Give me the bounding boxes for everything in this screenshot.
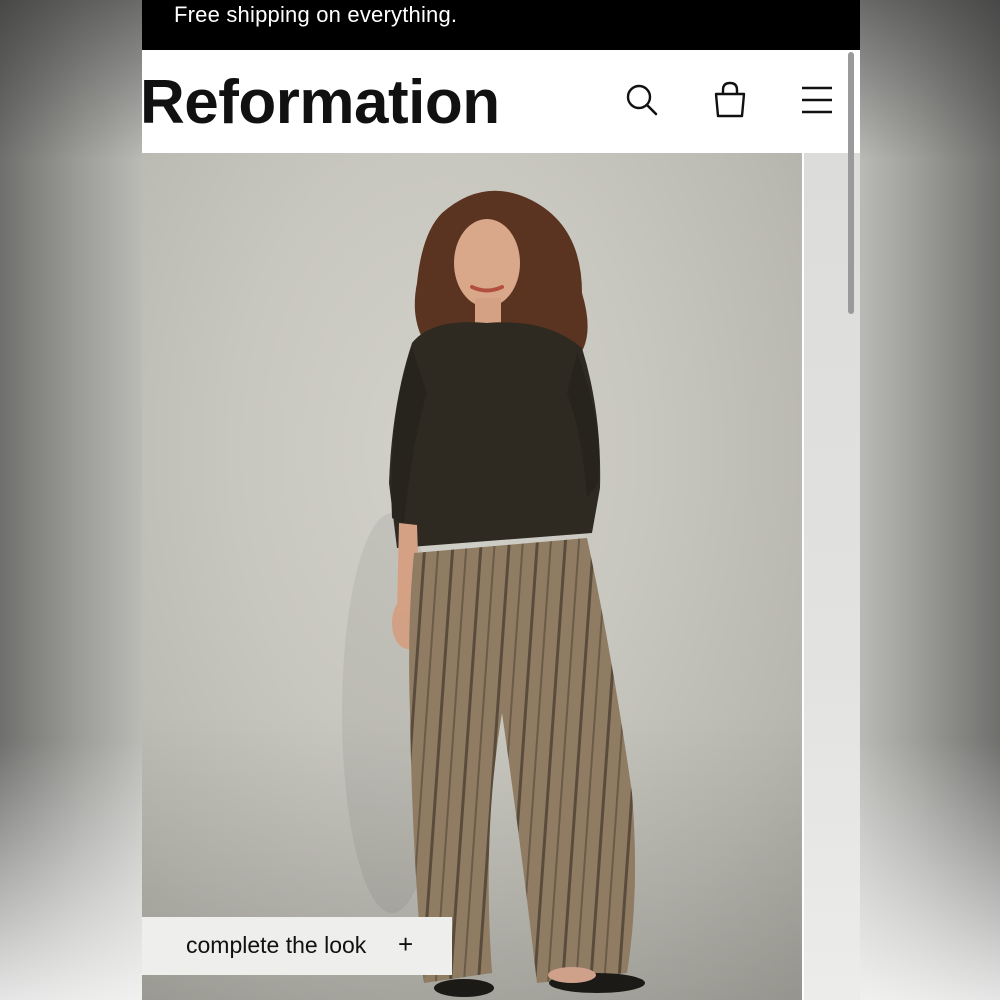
- phone-screen: Free shipping on everything. Reformation: [142, 0, 860, 1000]
- shopping-bag-icon[interactable]: [710, 80, 750, 120]
- plus-icon: +: [398, 929, 414, 959]
- hero-product-image[interactable]: [142, 153, 802, 1000]
- promo-banner: Free shipping on everything.: [142, 0, 860, 50]
- page-scrollbar[interactable]: [848, 52, 854, 314]
- model-photo: [142, 190, 802, 1000]
- brand-logo[interactable]: Reformation: [142, 66, 500, 140]
- complete-the-look-label: complete the look: [186, 932, 367, 958]
- search-icon[interactable]: [622, 80, 662, 120]
- screenshot-frame: Free shipping on everything. Reformation: [0, 0, 1000, 1000]
- complete-the-look-button[interactable]: complete the look +: [142, 917, 452, 975]
- menu-icon[interactable]: [798, 80, 838, 120]
- site-header: Reformation: [142, 50, 860, 153]
- promo-text: Free shipping on everything.: [174, 2, 458, 27]
